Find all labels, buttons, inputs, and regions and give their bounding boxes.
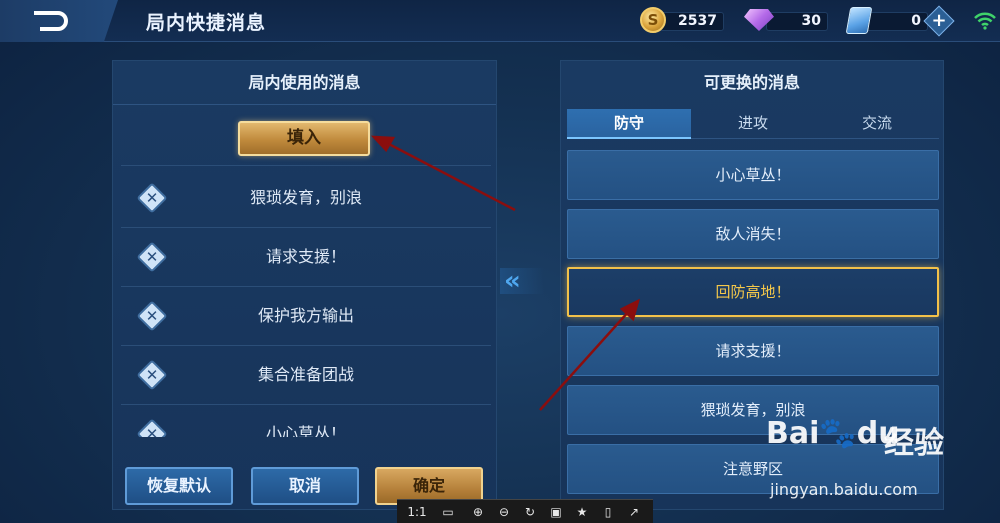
tab-attack[interactable]: 进攻 — [691, 109, 815, 139]
message-label: 小心草丛！ — [265, 424, 346, 437]
message-option-selected[interactable]: 回防高地！ — [567, 267, 939, 317]
tab-communication[interactable]: 交流 — [815, 109, 939, 139]
gold-counter: S 2537 — [640, 7, 725, 35]
message-label: 保护我方输出 — [257, 306, 354, 325]
share-icon[interactable]: ↗ — [625, 503, 643, 521]
message-option[interactable]: 小心草丛！ — [567, 150, 939, 200]
top-bar: 局内快捷消息 S 2537 30 0 + — [0, 0, 1000, 42]
right-panel-title: 可更换的消息 — [703, 73, 800, 92]
tab-defense[interactable]: 防守 — [567, 109, 691, 139]
fullscreen-icon[interactable]: ▯ — [599, 503, 617, 521]
image-viewer-toolbar: 1:1 ▭ ⊕ ⊖ ↻ ▣ ★ ▯ ↗ — [397, 499, 653, 523]
fit-icon[interactable]: ▭ — [439, 503, 457, 521]
fill-in-button[interactable]: 填入 — [238, 121, 370, 156]
back-button[interactable] — [0, 0, 118, 42]
divider — [121, 165, 491, 166]
swap-left-icon[interactable]: « — [500, 268, 544, 294]
watermark-url: jingyan.baidu.com — [770, 480, 918, 499]
page-title: 局内快捷消息 — [146, 12, 267, 34]
diamond-counter: 30 — [744, 7, 829, 35]
diamond-value: 30 — [766, 12, 828, 31]
coupon-counter: 0 — [845, 7, 930, 35]
coupon-value: 0 — [866, 12, 928, 31]
message-option[interactable]: 请求支援！ — [567, 326, 939, 376]
paw-icon: 🐾 — [819, 416, 857, 451]
wifi-icon — [974, 12, 996, 30]
category-tabs: 防守 进攻 交流 — [567, 109, 939, 139]
gold-value: 2537 — [658, 12, 724, 31]
list-item[interactable]: ✕ 请求支援！ — [121, 228, 491, 287]
in-game-messages-panel: 局内使用的消息 填入 ✕ 猥琐发育，别浪 ✕ 请求支援！ ✕ 保护我方输出 ✕ … — [112, 60, 497, 510]
message-label: 猥琐发育，别浪 — [249, 188, 362, 207]
list-item[interactable]: ✕ 小心草丛！ — [121, 405, 491, 437]
back-arrow-icon — [34, 11, 68, 31]
list-item[interactable]: ✕ 保护我方输出 — [121, 287, 491, 346]
message-label: 集合准备团战 — [257, 365, 354, 384]
message-label: 请求支援！ — [265, 247, 346, 266]
list-item[interactable]: ✕ 集合准备团战 — [121, 346, 491, 405]
save-icon[interactable]: ▣ — [547, 503, 565, 521]
baidu-watermark: Bai🐾du 经验 jingyan.baidu.com — [766, 416, 996, 506]
zoom-in-icon[interactable]: ⊕ — [469, 503, 487, 521]
rotate-icon[interactable]: ↻ — [521, 503, 539, 521]
list-item[interactable]: ✕ 猥琐发育，别浪 — [121, 169, 491, 228]
left-panel-title: 局内使用的消息 — [113, 61, 496, 105]
in-game-message-list[interactable]: ✕ 猥琐发育，别浪 ✕ 请求支援！ ✕ 保护我方输出 ✕ 集合准备团战 ✕ 小心… — [113, 169, 498, 437]
message-option[interactable]: 敌人消失！ — [567, 209, 939, 259]
watermark-logo: Bai🐾du — [766, 416, 900, 451]
watermark-title: 经验 — [884, 426, 944, 461]
actual-size-button[interactable]: 1:1 — [405, 503, 429, 521]
restore-default-button[interactable]: 恢复默认 — [125, 467, 233, 505]
cancel-button[interactable]: 取消 — [251, 467, 359, 505]
gold-coin-icon: S — [640, 7, 666, 33]
plus-icon: + — [931, 10, 947, 31]
bookmark-icon[interactable]: ★ — [573, 503, 591, 521]
zoom-out-icon[interactable]: ⊖ — [495, 503, 513, 521]
